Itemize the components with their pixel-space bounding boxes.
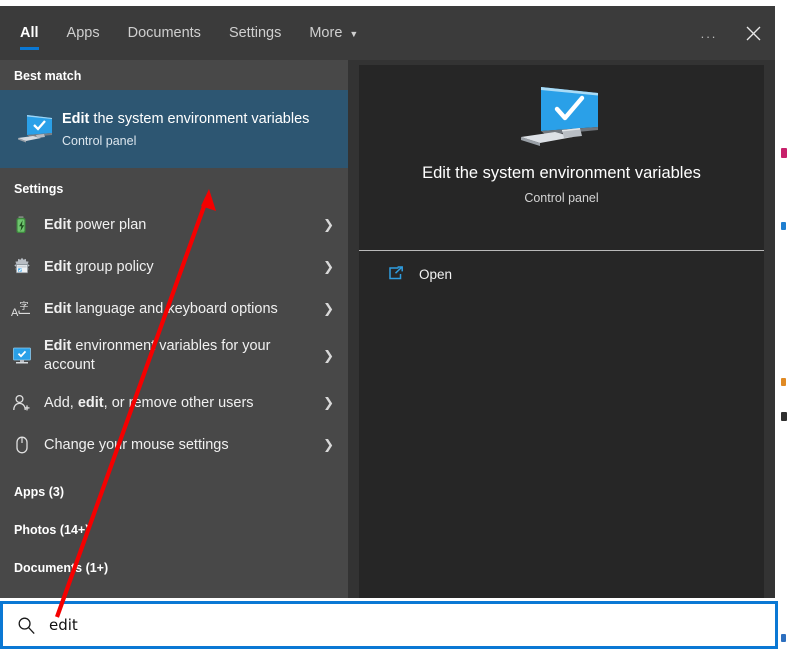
result-label-rest: environment variables for your account [44,338,271,373]
search-input-bar[interactable]: edit [0,601,778,649]
language-icon: A 字 [0,299,44,319]
result-edit-language-options[interactable]: A 字 Edit language and keyboard options ❯ [0,288,348,330]
preview-action-open[interactable]: Open [359,251,764,297]
preview-panel: Edit the system environment variables Co… [348,60,775,598]
group-header-settings: Settings [14,182,64,196]
group-header-documents-count[interactable]: Documents (1+) [0,552,348,584]
result-label-rest: language and keyboard options [71,300,278,317]
result-add-edit-remove-users[interactable]: Add, edit, or remove other users ❯ [0,382,348,424]
chevron-down-icon: ▼ [349,28,359,39]
result-label-rest: group policy [71,258,154,275]
preview-action-label: Open [419,266,453,282]
result-label-bold: Edit [44,216,72,233]
tab-all[interactable]: All [6,6,53,60]
results-list-panel: Best match Edit the system environment v… [0,60,348,598]
apps-count-label: Apps [14,485,46,499]
result-label-pre: Add, [44,394,78,411]
chevron-right-icon[interactable]: ❯ [323,348,334,364]
bg-speck [781,378,786,386]
result-label: Edit environment variables for your acco… [44,337,348,375]
result-label-bold: Edit [44,338,72,354]
result-label-bold: edit [77,394,104,411]
chevron-right-icon[interactable]: ❯ [323,301,334,317]
best-match-subtitle: Control panel [62,134,137,148]
open-external-icon [387,265,419,283]
result-edit-group-policy[interactable]: Edit group policy ❯ [0,246,348,288]
chevron-right-icon[interactable]: ❯ [323,259,334,275]
documents-count-value: (1+) [85,561,109,575]
search-icon [3,616,49,635]
windows-search-flyout: All Apps Documents Settings More ▼ ... B… [0,0,790,653]
result-label-bold: Edit [44,258,72,275]
result-best-match[interactable]: Edit the system environment variables Co… [0,90,348,168]
tab-documents-label: Documents [127,25,201,41]
result-edit-power-plan[interactable]: Edit power plan ❯ [0,204,348,246]
search-input-value[interactable]: edit [49,616,78,634]
result-change-mouse-settings[interactable]: Change your mouse settings ❯ [0,424,348,466]
window-controls: ... [687,6,775,60]
preview-card: Edit the system environment variables Co… [359,65,764,250]
tab-more[interactable]: More ▼ [295,6,372,60]
best-match-text: Edit the system environment variables Co… [62,110,321,148]
documents-count-label: Documents [14,561,83,575]
tab-more-label: More [309,25,343,41]
best-match-title-bold: Edit [62,111,90,127]
tab-active-underline [20,47,39,50]
bg-speck [781,412,787,421]
bg-speck [781,634,786,642]
result-label-rest: power plan [71,216,147,233]
chevron-right-icon[interactable]: ❯ [323,217,334,233]
group-header-apps-count[interactable]: Apps (3) [0,476,348,508]
photos-count-label: Photos [14,523,57,537]
add-user-icon [0,393,44,413]
bg-speck [781,222,786,230]
ellipsis-label: ... [700,25,718,41]
best-match-title: Edit the system environment variables [62,110,309,129]
monitor-check-icon [14,114,58,144]
tab-list: All Apps Documents Settings More ▼ [6,6,372,60]
group-header-photos-count[interactable]: Photos (14+) [0,514,348,546]
chevron-right-icon[interactable]: ❯ [323,437,334,453]
preview-title: Edit the system environment variables [422,164,701,182]
preview-actions: Open [359,251,764,311]
group-header-best-match: Best match [14,69,82,83]
photos-count-value: (14+) [59,523,90,537]
tab-settings-label: Settings [228,25,282,41]
best-match-title-rest: the system environment variables [89,111,310,127]
result-label-rest: , or remove other users [103,394,254,411]
result-label: Edit language and keyboard options [44,300,348,319]
result-edit-user-env-vars[interactable]: Edit environment variables for your acco… [0,330,348,382]
mouse-icon [0,435,44,455]
tab-documents[interactable]: Documents [114,6,215,60]
ellipsis-icon[interactable]: ... [687,6,731,60]
tab-apps[interactable]: Apps [53,6,114,60]
monitor-check-icon [0,346,44,366]
monitor-check-large-icon [519,85,605,152]
svg-text:A: A [11,307,19,319]
tab-all-label: All [20,25,39,41]
result-label: Add, edit, or remove other users [44,394,348,413]
result-label-rest: Change your mouse settings [44,436,229,453]
result-label: Edit group policy [44,258,348,277]
tab-apps-label: Apps [66,25,100,41]
preview-subtitle: Control panel [524,191,599,205]
search-tab-bar: All Apps Documents Settings More ▼ ... [0,6,775,60]
result-label-bold: Edit [44,300,72,317]
result-label: Edit power plan [44,216,348,235]
battery-icon [0,215,44,235]
search-flyout-panel: All Apps Documents Settings More ▼ ... B… [0,6,775,598]
tab-settings[interactable]: Settings [215,6,295,60]
apps-count-value: (3) [48,485,65,499]
svg-text:字: 字 [20,300,29,312]
close-icon[interactable] [731,6,775,60]
chevron-right-icon[interactable]: ❯ [323,395,334,411]
bg-speck [781,148,787,158]
result-label: Change your mouse settings [44,436,348,455]
preview-body-fill [359,311,764,598]
group-policy-icon [0,257,44,277]
